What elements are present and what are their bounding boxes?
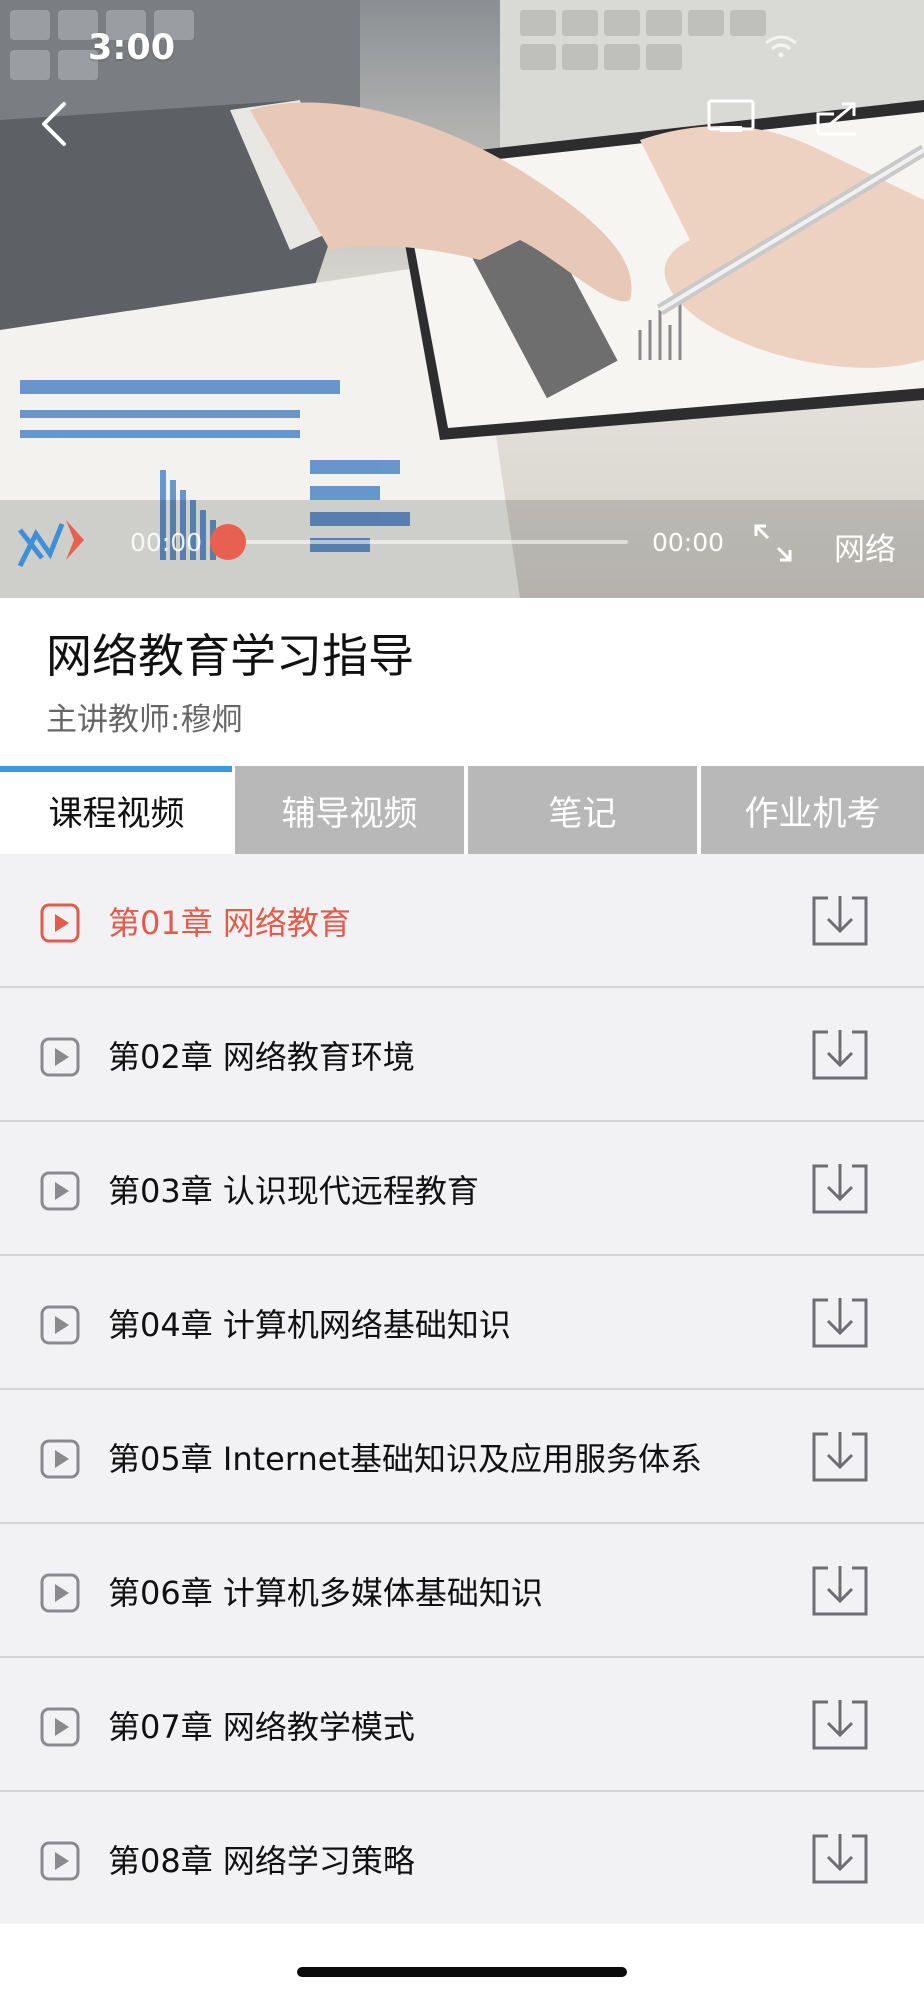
play-icon xyxy=(40,1707,80,1747)
home-indicator[interactable] xyxy=(297,1967,627,1977)
network-quality-label[interactable]: 网络 xyxy=(834,524,896,569)
chevron-left-icon xyxy=(42,102,66,146)
tab-assignments[interactable]: 作业机考 xyxy=(700,766,924,854)
course-teacher: 主讲教师:穆炯 xyxy=(46,702,243,738)
download-icon[interactable] xyxy=(810,1026,870,1082)
tab-bar: 课程视频 辅导视频 笔记 作业机考 xyxy=(0,766,924,854)
chapter-title: 第03章 认识现代远程教育 xyxy=(108,1172,479,1210)
wifi-icon xyxy=(765,35,797,58)
tab-notes[interactable]: 笔记 xyxy=(467,766,697,854)
download-icon[interactable] xyxy=(810,1428,870,1484)
download-icon[interactable] xyxy=(810,1696,870,1752)
player-controls: 00:00 00:00 网络 xyxy=(0,506,924,576)
play-icon xyxy=(40,1841,80,1881)
back-button[interactable] xyxy=(28,96,78,152)
cast-icon[interactable] xyxy=(706,98,756,134)
play-icon xyxy=(40,1037,80,1077)
play-icon xyxy=(40,1305,80,1345)
chapter-row[interactable]: 第04章 计算机网络基础知识 xyxy=(0,1256,924,1390)
play-icon xyxy=(40,903,80,943)
player-logo-icon[interactable] xyxy=(14,506,90,572)
play-icon xyxy=(40,1171,80,1211)
download-icon[interactable] xyxy=(810,1160,870,1216)
chapter-row[interactable]: 第08章 网络学习策略 xyxy=(0,1792,924,1926)
chapter-title: 第05章 Internet基础知识及应用服务体系 xyxy=(108,1440,702,1478)
download-icon[interactable] xyxy=(810,892,870,948)
play-icon xyxy=(40,1439,80,1479)
chapter-title: 第08章 网络学习策略 xyxy=(108,1842,415,1880)
chapter-row[interactable]: 第03章 认识现代远程教育 xyxy=(0,1122,924,1256)
chapter-title: 第02章 网络教育环境 xyxy=(108,1038,415,1076)
chapter-title: 第04章 计算机网络基础知识 xyxy=(108,1306,511,1344)
share-icon[interactable] xyxy=(812,100,862,140)
progress-thumb[interactable] xyxy=(210,524,246,560)
status-time: 3:00 xyxy=(88,28,176,68)
total-time: 00:00 xyxy=(652,528,725,557)
chapter-row[interactable]: 第05章 Internet基础知识及应用服务体系 xyxy=(0,1390,924,1524)
video-player[interactable]: 3:00 00:00 00:00 网络 xyxy=(0,0,924,598)
current-time: 00:00 xyxy=(130,528,203,557)
progress-bar[interactable] xyxy=(228,540,628,544)
expand-icon[interactable] xyxy=(752,522,794,564)
chapter-title: 第07章 网络教学模式 xyxy=(108,1708,415,1746)
course-title: 网络教育学习指导 xyxy=(46,629,414,683)
download-icon[interactable] xyxy=(810,1294,870,1350)
download-icon[interactable] xyxy=(810,1830,870,1886)
play-icon xyxy=(40,1573,80,1613)
chapter-row[interactable]: 第02章 网络教育环境 xyxy=(0,988,924,1122)
chapter-list: 第01章 网络教育 第02章 网络教育环境 第03章 认识现代远程教育 第04章… xyxy=(0,854,924,1924)
chapter-row[interactable]: 第06章 计算机多媒体基础知识 xyxy=(0,1524,924,1658)
chapter-row[interactable]: 第01章 网络教育 xyxy=(0,854,924,988)
chapter-title: 第06章 计算机多媒体基础知识 xyxy=(108,1574,543,1612)
download-icon[interactable] xyxy=(810,1562,870,1618)
chapter-title: 第01章 网络教育 xyxy=(108,904,351,942)
tab-tutorial-videos[interactable]: 辅导视频 xyxy=(234,766,464,854)
tab-course-videos[interactable]: 课程视频 xyxy=(0,766,233,854)
chapter-row[interactable]: 第07章 网络教学模式 xyxy=(0,1658,924,1792)
